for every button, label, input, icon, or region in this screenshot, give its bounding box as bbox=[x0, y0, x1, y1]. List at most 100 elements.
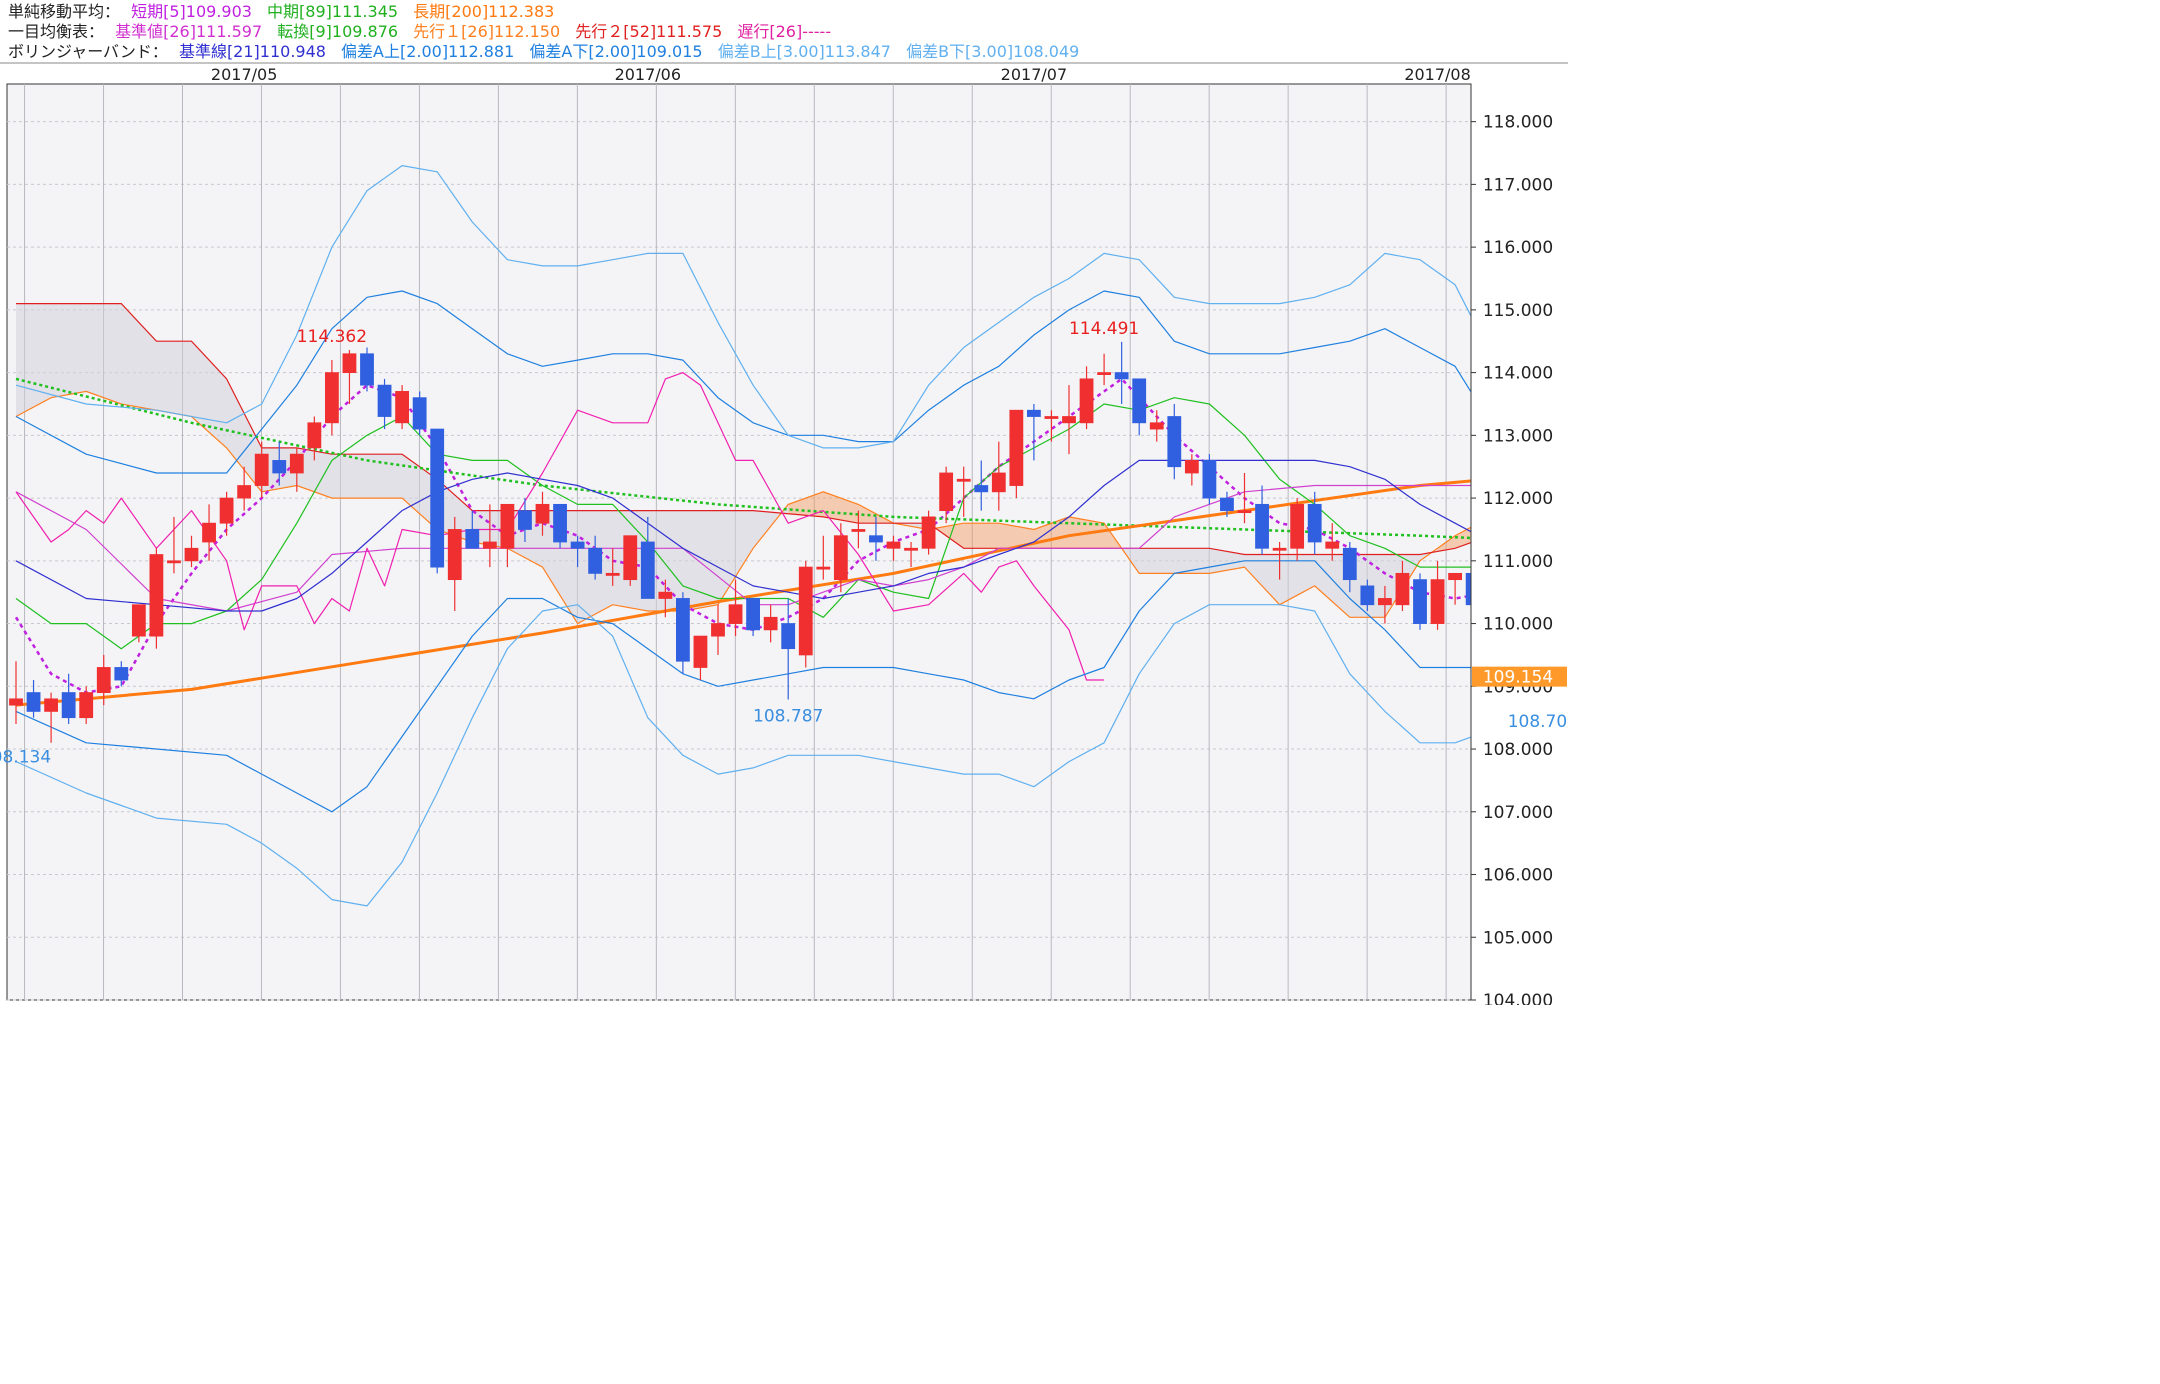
candle-body bbox=[1307, 503, 1322, 543]
candle[interactable] bbox=[1413, 573, 1427, 630]
candle-body bbox=[1149, 422, 1164, 430]
candle[interactable] bbox=[553, 503, 567, 549]
cloud-segment bbox=[1218, 549, 1227, 572]
cloud-segment bbox=[77, 303, 87, 393]
date-label: 2017/06 bbox=[615, 65, 681, 84]
legend-sma-mid: 中期[89]111.345 bbox=[267, 2, 399, 21]
candle-body bbox=[1079, 378, 1094, 424]
candle-body bbox=[1220, 497, 1234, 512]
legend-sma-long: 長期[200]112.383 bbox=[413, 2, 555, 21]
candle-body bbox=[1114, 372, 1129, 380]
price-tick-label: 106.000 bbox=[1483, 866, 1553, 886]
candle[interactable] bbox=[676, 592, 690, 674]
candle-body bbox=[869, 535, 883, 543]
extreme-price-label: 108.134 bbox=[0, 748, 51, 768]
cloud-segment bbox=[1165, 548, 1175, 574]
legend-ichimoku-tenkan: 転換[9]109.876 bbox=[277, 22, 399, 41]
price-tick-label: 108.000 bbox=[1483, 740, 1553, 760]
cloud-segment bbox=[147, 331, 157, 411]
candle-body bbox=[605, 572, 620, 576]
candle-body bbox=[430, 428, 445, 568]
price-tick-label: 104.000 bbox=[1483, 991, 1553, 1005]
cloud-segment bbox=[156, 341, 166, 412]
candle-body bbox=[711, 623, 725, 637]
cloud-segment bbox=[112, 303, 122, 404]
candle[interactable] bbox=[798, 560, 813, 668]
extreme-price-label: 108.704 bbox=[1508, 712, 1568, 732]
legend-ichimoku-title: 一目均衡表： bbox=[8, 22, 105, 41]
cloud-segment bbox=[130, 313, 139, 408]
cloud-segment bbox=[1147, 548, 1157, 574]
candle-body bbox=[131, 604, 146, 637]
candle-body bbox=[816, 566, 831, 570]
cloud-segment bbox=[840, 498, 850, 522]
cloud-segment bbox=[612, 510, 622, 607]
candle-body bbox=[219, 497, 234, 524]
candle-body bbox=[518, 510, 532, 530]
candle-body bbox=[114, 667, 129, 681]
cloud-segment bbox=[173, 341, 183, 415]
candle[interactable] bbox=[921, 510, 936, 555]
candle-body bbox=[1430, 579, 1445, 624]
candle-body bbox=[535, 503, 550, 524]
candle-body bbox=[395, 391, 410, 424]
candle[interactable] bbox=[412, 391, 427, 436]
cloud-segment bbox=[489, 510, 499, 547]
candle-body bbox=[991, 472, 1006, 493]
cloud-segment bbox=[1200, 548, 1210, 574]
candle-body bbox=[798, 566, 813, 656]
cloud-segment bbox=[682, 510, 692, 612]
cloud-segment bbox=[217, 369, 227, 448]
candle-body bbox=[254, 453, 269, 486]
cloud-segment bbox=[972, 523, 982, 549]
price-tick-label: 112.000 bbox=[1483, 489, 1553, 509]
cloud-segment bbox=[990, 523, 999, 549]
candle[interactable] bbox=[395, 385, 410, 430]
candle-body bbox=[482, 541, 497, 549]
cloud-segment bbox=[481, 510, 490, 546]
candle-body bbox=[693, 635, 708, 668]
candle-body bbox=[465, 529, 480, 549]
candle[interactable] bbox=[149, 548, 164, 649]
candle-body bbox=[781, 623, 796, 650]
price-tick-label: 116.000 bbox=[1483, 238, 1553, 258]
candle[interactable] bbox=[1202, 454, 1217, 505]
candle-body bbox=[956, 478, 971, 482]
candle-body bbox=[1097, 372, 1111, 376]
candle-body bbox=[623, 535, 638, 581]
candle[interactable] bbox=[623, 535, 638, 586]
current-price-label: 109.154 bbox=[1483, 668, 1553, 688]
candle-body bbox=[1044, 416, 1059, 419]
candle[interactable] bbox=[430, 428, 445, 574]
cloud-segment bbox=[86, 303, 95, 395]
candle-body bbox=[360, 353, 374, 386]
cloud-segment bbox=[981, 523, 991, 549]
cloud-segment bbox=[103, 303, 113, 401]
cloud-segment bbox=[998, 523, 1008, 549]
cloud-segment bbox=[603, 510, 613, 610]
legend-bollinger-lower-a: 偏差A下[2.00]109.015 bbox=[529, 42, 703, 61]
cloud-segment bbox=[182, 341, 192, 417]
candle[interactable] bbox=[360, 347, 374, 392]
extreme-price-label: 114.362 bbox=[297, 327, 367, 347]
cloud-segment bbox=[691, 510, 701, 610]
cloud-segment bbox=[331, 454, 341, 499]
candle[interactable] bbox=[1009, 409, 1024, 499]
candle-body bbox=[1272, 547, 1287, 551]
legend-sma-short: 短期[5]109.903 bbox=[131, 2, 252, 21]
cloud-segment bbox=[419, 466, 429, 522]
candle-body bbox=[149, 554, 164, 637]
legend-sma-title: 単純移動平均： bbox=[8, 2, 121, 21]
candle-body bbox=[833, 535, 848, 581]
candle-body bbox=[921, 516, 936, 549]
candle-body bbox=[184, 547, 199, 562]
cloud-segment bbox=[1209, 548, 1219, 574]
legend-bollinger-mid: 基準線[21]110.948 bbox=[178, 42, 326, 61]
price-tick-label: 111.000 bbox=[1483, 552, 1553, 572]
candle-body bbox=[658, 591, 673, 599]
cloud-segment bbox=[340, 454, 350, 499]
candle-body bbox=[289, 453, 304, 474]
legend-bollinger-upper-a: 偏差A上[2.00]112.881 bbox=[341, 42, 515, 61]
price-chart[interactable]: 118.000 117.000 116.000 115.000 114.000 113.0… bbox=[0, 62, 1568, 1005]
candle-body bbox=[763, 616, 778, 631]
